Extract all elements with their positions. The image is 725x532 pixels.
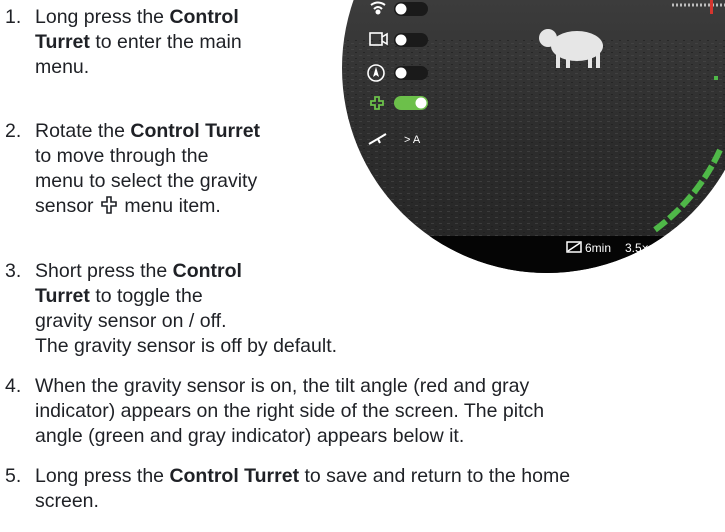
step-number: 3. xyxy=(5,260,22,282)
text-line: menu. xyxy=(35,55,242,80)
text-line: Rotate the Control Turret xyxy=(35,119,260,144)
menu-toggle[interactable] xyxy=(394,2,428,16)
text-run: sensor xyxy=(35,195,99,217)
text-run: Long press the xyxy=(35,6,170,28)
text-line: Turret to enter the main xyxy=(35,30,242,55)
menu-toggle[interactable] xyxy=(394,66,428,80)
step-number: 4. xyxy=(5,375,22,397)
rifle-label: > A xyxy=(404,134,421,146)
viewfinder-illustration: > A 6min 3.5× xyxy=(342,0,725,273)
text-run: gravity sensor on / off. xyxy=(35,310,227,332)
step-text: Rotate the Control Turret to move through… xyxy=(35,119,260,219)
bold-term: Control Turret xyxy=(169,465,300,487)
bold-term: Turret xyxy=(35,285,90,307)
text-line: indicator) appears on the right side of … xyxy=(35,399,544,424)
bold-term: Control xyxy=(169,6,239,28)
svg-text:6min: 6min xyxy=(585,241,611,255)
gravity-sensor-icon xyxy=(101,196,117,214)
text-run: When the gravity sensor is on, the tilt … xyxy=(35,375,530,397)
text-run: screen. xyxy=(35,490,99,512)
text-run: to save and return to the home xyxy=(299,465,571,487)
text-line: gravity sensor on / off. xyxy=(35,309,337,334)
text-run: Rotate the xyxy=(35,120,131,142)
menu-toggle[interactable] xyxy=(394,33,428,47)
text-run: to toggle the xyxy=(89,285,203,307)
text-run: menu. xyxy=(35,56,90,78)
text-run: to move through the xyxy=(35,145,209,167)
text-line: screen. xyxy=(35,489,570,514)
zoom-level: 3.5× xyxy=(625,241,649,255)
pitch-mark xyxy=(714,76,718,80)
menu-toggle[interactable] xyxy=(394,96,428,110)
text-line: Turret to toggle the xyxy=(35,284,337,309)
text-line: Short press the Control xyxy=(35,259,337,284)
text-run: menu to select the gravity xyxy=(35,170,258,192)
bold-term: Turret xyxy=(35,31,90,53)
bold-term: Control Turret xyxy=(130,120,261,142)
text-run: indicator) appears on the right side of … xyxy=(35,400,545,422)
text-run: Short press the xyxy=(35,260,173,282)
text-line: When the gravity sensor is on, the tilt … xyxy=(35,374,544,399)
text-run: The gravity sensor is off by default. xyxy=(35,335,338,357)
text-run: Long press the xyxy=(35,465,170,487)
text-line: menu to select the gravity xyxy=(35,169,260,194)
text-line: to move through the xyxy=(35,144,260,169)
text-line: Long press the Control xyxy=(35,5,242,30)
text-line: The gravity sensor is off by default. xyxy=(35,334,337,359)
bold-term: Control xyxy=(172,260,242,282)
status-bar xyxy=(342,236,725,273)
step-number: 1. xyxy=(5,6,22,28)
text-line: sensor menu item. xyxy=(35,194,260,219)
text-run: menu item. xyxy=(118,195,221,217)
step-number: 2. xyxy=(5,120,22,142)
step-text: When the gravity sensor is on, the tilt … xyxy=(35,374,544,449)
step-text: Long press the Control Turret to save an… xyxy=(35,464,570,514)
text-run: angle (green and gray indicator) appears… xyxy=(35,425,465,447)
text-run: to enter the main xyxy=(89,31,242,53)
step-number: 5. xyxy=(5,465,22,487)
step-text: Short press the Control Turret to toggle … xyxy=(35,259,337,359)
text-line: Long press the Control Turret to save an… xyxy=(35,464,570,489)
text-line: angle (green and gray indicator) appears… xyxy=(35,424,544,449)
step-text: Long press the Control Turret to enter th… xyxy=(35,5,242,80)
